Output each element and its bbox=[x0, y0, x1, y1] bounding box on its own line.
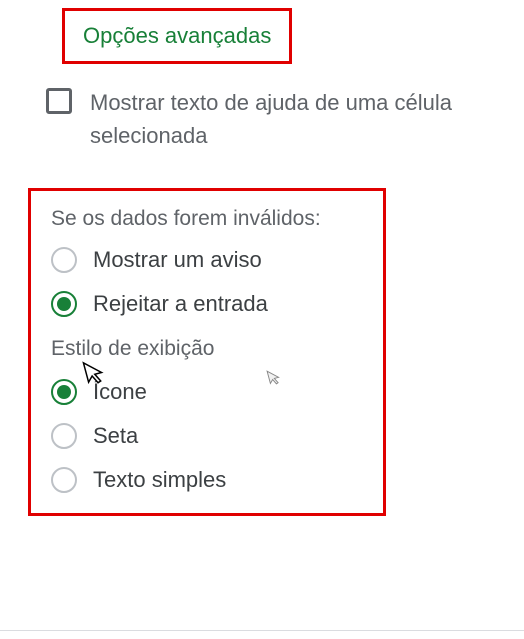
radio-label: Seta bbox=[93, 423, 138, 449]
advanced-options-toggle[interactable]: Opções avançadas bbox=[62, 8, 292, 64]
radio-icon[interactable] bbox=[51, 379, 77, 405]
invalid-data-option-warning[interactable]: Mostrar um aviso bbox=[51, 247, 363, 273]
display-style-title: Estilo de exibição bbox=[51, 337, 363, 361]
display-style-option-icon[interactable]: Ícone bbox=[51, 379, 363, 405]
radio-icon[interactable] bbox=[51, 423, 77, 449]
validation-options-panel: Se os dados forem inválidos: Mostrar um … bbox=[28, 188, 386, 516]
radio-label: Mostrar um aviso bbox=[93, 247, 262, 273]
radio-icon[interactable] bbox=[51, 247, 77, 273]
display-style-option-text[interactable]: Texto simples bbox=[51, 467, 363, 493]
display-style-option-arrow[interactable]: Seta bbox=[51, 423, 363, 449]
invalid-data-title: Se os dados forem inválidos: bbox=[51, 207, 363, 231]
help-text-option[interactable]: Mostrar texto de ajuda de uma célula sel… bbox=[46, 86, 484, 152]
radio-label: Texto simples bbox=[93, 467, 226, 493]
radio-label: Ícone bbox=[93, 379, 147, 405]
radio-label: Rejeitar a entrada bbox=[93, 291, 268, 317]
divider bbox=[0, 630, 524, 631]
invalid-data-option-reject[interactable]: Rejeitar a entrada bbox=[51, 291, 363, 317]
help-text-label: Mostrar texto de ajuda de uma célula sel… bbox=[90, 86, 484, 152]
radio-icon[interactable] bbox=[51, 291, 77, 317]
help-text-checkbox[interactable] bbox=[46, 88, 72, 114]
radio-icon[interactable] bbox=[51, 467, 77, 493]
